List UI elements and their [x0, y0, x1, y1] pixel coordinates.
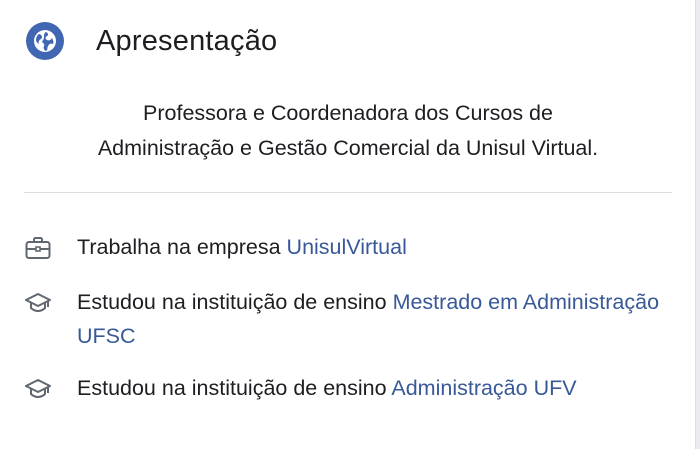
detail-education-2-text: Estudou na instituição de ensino Adminis… [77, 371, 577, 405]
bio-line-1: Professora e Coordenadora dos Cursos de [143, 101, 553, 125]
divider [24, 192, 672, 193]
detail-education-1-prefix: Estudou na instituição de ensino [77, 290, 393, 314]
detail-education-1: Estudou na instituição de ensino Mestrad… [24, 288, 664, 353]
detail-work-text: Trabalha na empresa UnisulVirtual [77, 230, 407, 264]
graduation-cap-icon [25, 293, 51, 313]
graduation-cap-icon [25, 379, 51, 399]
detail-education-2: Estudou na instituição de ensino Adminis… [24, 374, 664, 405]
intro-card: Apresentação Professora e Coordenadora d… [0, 0, 696, 449]
briefcase-icon [25, 237, 51, 259]
intro-title: Apresentação [96, 24, 278, 57]
detail-education-1-text: Estudou na instituição de ensino Mestrad… [77, 285, 664, 353]
globe-icon [26, 22, 64, 60]
detail-education-2-prefix: Estudou na instituição de ensino [77, 376, 392, 400]
work-link[interactable]: UnisulVirtual [287, 235, 407, 259]
intro-bio: Professora e Coordenadora dos Cursos de … [24, 96, 672, 166]
intro-header: Apresentação [26, 22, 277, 60]
detail-work-prefix: Trabalha na empresa [77, 235, 287, 259]
detail-work: Trabalha na empresa UnisulVirtual [24, 233, 664, 264]
education-2-link[interactable]: Administração UFV [391, 376, 576, 400]
bio-line-2: Administração e Gestão Comercial da Unis… [97, 136, 599, 160]
